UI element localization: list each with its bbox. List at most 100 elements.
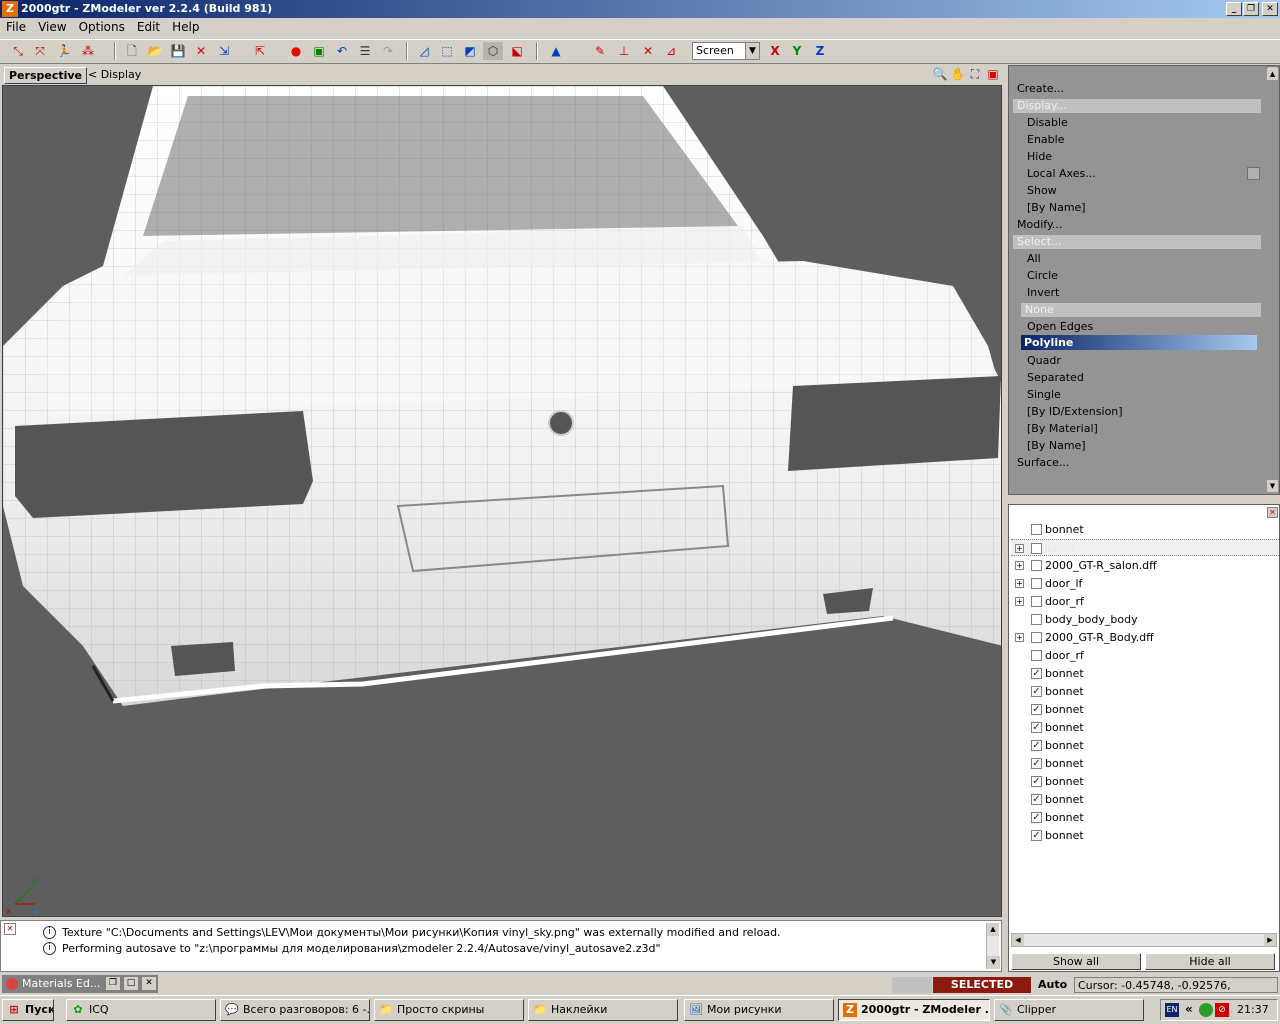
app-icon[interactable]: Z bbox=[2, 1, 18, 17]
menu-view[interactable]: View bbox=[32, 18, 72, 34]
task-clipper[interactable]: 📎 Clipper bbox=[994, 999, 1144, 1021]
object-row[interactable]: ✓ bonnet bbox=[1011, 773, 1279, 790]
select-by-material[interactable]: [By Material] bbox=[1027, 422, 1098, 435]
scroll-right-icon[interactable]: ▶ bbox=[1264, 934, 1276, 946]
object-row[interactable]: ✓ bonnet bbox=[1011, 665, 1279, 682]
mirror-icon[interactable]: ✕ bbox=[638, 42, 658, 60]
local-axes-checkbox[interactable] bbox=[1247, 167, 1260, 180]
object-row[interactable]: +2000_GT-R_salon.dff bbox=[1011, 557, 1279, 574]
display-show[interactable]: Show bbox=[1027, 184, 1057, 197]
antivirus-icon[interactable]: ⊘ bbox=[1215, 1003, 1229, 1017]
display-by-name[interactable]: [By Name] bbox=[1027, 201, 1086, 214]
face-mode-icon[interactable]: ◩ bbox=[460, 42, 480, 60]
visibility-checkbox[interactable] bbox=[1031, 578, 1042, 589]
menu-edit[interactable]: Edit bbox=[131, 18, 166, 34]
visibility-checkbox[interactable]: ✓ bbox=[1031, 830, 1042, 841]
hide-all-button[interactable]: Hide all bbox=[1145, 953, 1275, 970]
language-indicator[interactable]: EN bbox=[1165, 1003, 1179, 1017]
expand-icon[interactable]: + bbox=[1015, 597, 1024, 606]
pan-icon[interactable]: ✋ bbox=[950, 66, 966, 82]
multi-tool-icon[interactable]: ⁂ bbox=[78, 42, 98, 60]
visibility-checkbox[interactable] bbox=[1031, 524, 1042, 535]
axis-x-toggle[interactable]: X bbox=[765, 42, 785, 60]
select-single[interactable]: Single bbox=[1027, 388, 1061, 401]
visibility-checkbox[interactable] bbox=[1031, 632, 1042, 643]
perspective-viewport[interactable]: z x y bbox=[2, 85, 1002, 917]
select-polyline[interactable]: Polyline bbox=[1021, 335, 1257, 350]
move-tool-icon[interactable]: ⤧ bbox=[30, 42, 50, 60]
menu-file[interactable]: File bbox=[0, 18, 32, 34]
axis-z-toggle[interactable]: Z bbox=[810, 42, 830, 60]
visibility-checkbox[interactable]: ✓ bbox=[1031, 722, 1042, 733]
object-row[interactable]: ✓ bonnet bbox=[1011, 791, 1279, 808]
visibility-checkbox[interactable] bbox=[1031, 650, 1042, 661]
visibility-checkbox[interactable]: ✓ bbox=[1031, 686, 1042, 697]
object-row[interactable]: ✓ bonnet bbox=[1011, 737, 1279, 754]
object-row[interactable]: ✓ bonnet bbox=[1011, 719, 1279, 736]
section-display[interactable]: Display... bbox=[1013, 99, 1261, 113]
object-row[interactable]: + door_lf bbox=[1011, 575, 1279, 592]
close-icon[interactable]: ✕ bbox=[142, 977, 156, 990]
scroll-down-icon[interactable]: ▼ bbox=[987, 956, 1000, 969]
paint-icon[interactable]: ✎ bbox=[590, 42, 610, 60]
select-circle[interactable]: Circle bbox=[1027, 269, 1058, 282]
object-row[interactable]: body_body_body bbox=[1011, 611, 1279, 628]
maximize-icon[interactable]: □ bbox=[124, 977, 138, 990]
select-by-name[interactable]: [By Name] bbox=[1027, 439, 1086, 452]
visibility-checkbox[interactable]: ✓ bbox=[1031, 794, 1042, 805]
select-by-id[interactable]: [By ID/Extension] bbox=[1027, 405, 1123, 418]
display-disable[interactable]: Disable bbox=[1027, 116, 1068, 129]
save-icon[interactable]: 💾 bbox=[168, 42, 188, 60]
vertex-mode-icon[interactable]: ◿ bbox=[414, 42, 434, 60]
icq-tray-icon[interactable] bbox=[1199, 1003, 1213, 1017]
task-folder-stickers[interactable]: 📁 Наклейки bbox=[528, 999, 678, 1021]
axis-tool-icon[interactable]: ⊥ bbox=[614, 42, 634, 60]
menu-surface[interactable]: Surface... bbox=[1017, 456, 1069, 469]
maximize-viewport-icon[interactable]: ▣ bbox=[985, 66, 1001, 82]
menu-help[interactable]: Help bbox=[166, 18, 205, 34]
visibility-checkbox[interactable] bbox=[1031, 543, 1042, 554]
close-icon[interactable]: ✕ bbox=[4, 923, 16, 935]
start-button[interactable]: ⊞ Пуск bbox=[2, 999, 54, 1021]
axis-y-toggle[interactable]: Y bbox=[787, 42, 807, 60]
menu-create[interactable]: Create... bbox=[1017, 82, 1064, 95]
select-all[interactable]: All bbox=[1027, 252, 1041, 265]
task-folder-screens[interactable]: 📁 Просто скрины bbox=[374, 999, 524, 1021]
properties-icon[interactable]: ☰ bbox=[355, 42, 375, 60]
object-row[interactable]: + door_rf bbox=[1011, 593, 1279, 610]
expand-icon[interactable]: + bbox=[1015, 544, 1024, 553]
normals-icon[interactable]: ▲ bbox=[546, 42, 566, 60]
display-local-axes[interactable]: Local Axes... bbox=[1027, 167, 1096, 180]
object-row[interactable]: ✓ bonnet bbox=[1011, 827, 1279, 844]
materials-editor-tab[interactable]: Materials Ed... ❐ □ ✕ bbox=[2, 975, 158, 993]
undo-icon[interactable]: ↶ bbox=[332, 42, 352, 60]
select-quadr[interactable]: Quadr bbox=[1027, 354, 1061, 367]
scroll-down-icon[interactable]: ▼ bbox=[1267, 480, 1278, 492]
pivot-icon[interactable]: ⊿ bbox=[661, 42, 681, 60]
object-row[interactable]: + salon bbox=[1011, 539, 1279, 556]
material-icon[interactable]: ▣ bbox=[309, 42, 329, 60]
expand-icon[interactable]: + bbox=[1015, 579, 1024, 588]
log-scrollbar[interactable]: ▲ ▼ bbox=[986, 923, 1000, 969]
task-zmodeler[interactable]: Z 2000gtr - ZModeler ... bbox=[838, 999, 990, 1021]
auto-indicator[interactable]: Auto bbox=[1034, 977, 1072, 993]
menu-modify[interactable]: Modify... bbox=[1017, 218, 1062, 231]
record-icon[interactable]: ● bbox=[286, 42, 306, 60]
redo-icon[interactable]: ↷ bbox=[378, 42, 398, 60]
visibility-checkbox[interactable]: ✓ bbox=[1031, 776, 1042, 787]
tray-expand-icon[interactable]: « bbox=[1185, 1002, 1193, 1016]
display-enable[interactable]: Enable bbox=[1027, 133, 1064, 146]
scroll-up-icon[interactable]: ▲ bbox=[1267, 68, 1278, 80]
horizontal-scrollbar[interactable]: ◀ ▶ bbox=[1011, 933, 1277, 947]
object-row[interactable]: ✓ bonnet bbox=[1011, 683, 1279, 700]
object-row[interactable]: door_rf bbox=[1011, 647, 1279, 664]
object-row[interactable]: ✓ bonnet bbox=[1011, 701, 1279, 718]
task-icq[interactable]: ✿ ICQ bbox=[66, 999, 216, 1021]
visibility-checkbox[interactable]: ✓ bbox=[1031, 668, 1042, 679]
visibility-checkbox[interactable]: ✓ bbox=[1031, 704, 1042, 715]
visibility-checkbox[interactable] bbox=[1031, 614, 1042, 625]
object-row[interactable]: +2000_GT-R_Body.dff bbox=[1011, 629, 1279, 646]
fit-view-icon[interactable]: ⛶ bbox=[967, 66, 983, 82]
object-row[interactable]: bonnet bbox=[1011, 521, 1279, 538]
task-chat[interactable]: 💬 Всего разговоров: 6 -... bbox=[220, 999, 370, 1021]
